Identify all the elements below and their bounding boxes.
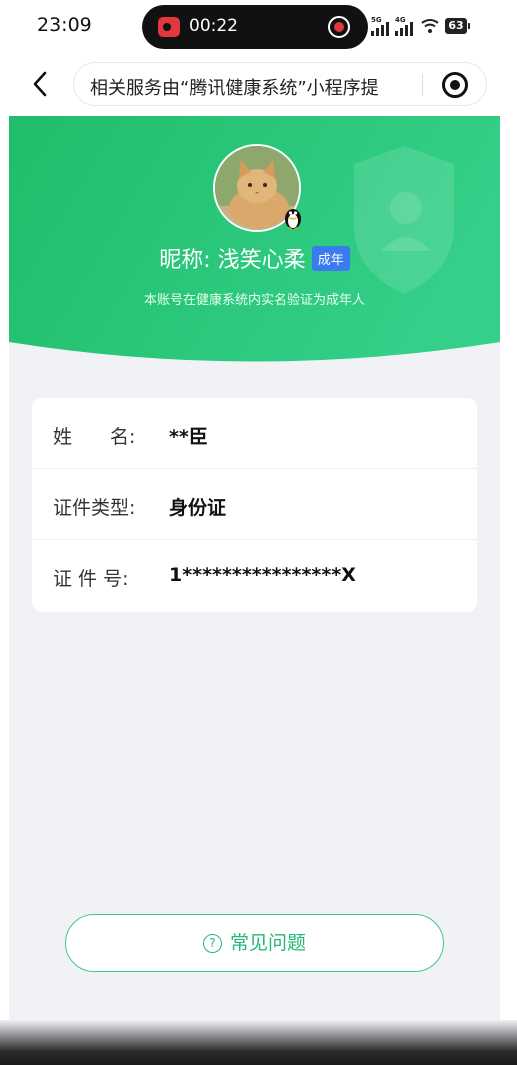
- url-text: 相关服务由“腾讯健康系统”小程序提: [90, 78, 379, 99]
- signal-5g-icon: 5G: [371, 16, 389, 36]
- recording-time: 00:22: [189, 16, 238, 36]
- screen: 23:09 00:22 5G 4G 63 相关服务由“腾讯健康系统”小程序提 昵…: [9, 0, 500, 1065]
- info-row-id-type: 证件类型: 身份证: [32, 469, 477, 540]
- id-number-label: 证 件 号:: [53, 568, 129, 590]
- nav-bar: 相关服务由“腾讯健康系统”小程序提: [9, 54, 500, 116]
- status-bar: 23:09 00:22 5G 4G 63: [9, 0, 500, 54]
- battery-icon: 63: [445, 18, 470, 34]
- question-circle-icon: ?: [202, 934, 222, 953]
- name-label: 姓 名:: [53, 426, 136, 448]
- nickname-row: 昵称: 浅笑心柔 成年: [9, 242, 500, 274]
- identity-info-card: 姓 名: **臣 证件类型: 身份证 证 件 号: 1*************…: [32, 398, 477, 612]
- screen-recording-pill[interactable]: 00:22: [142, 5, 368, 49]
- id-type-value: 身份证: [169, 497, 227, 519]
- id-number-value: 1****************X: [169, 564, 356, 586]
- info-row-name: 姓 名: **臣: [32, 398, 477, 469]
- wifi-icon: [421, 19, 439, 33]
- url-bar[interactable]: 相关服务由“腾讯健康系统”小程序提: [73, 62, 487, 106]
- stop-recording-icon[interactable]: [328, 16, 350, 38]
- bottom-shadow: [0, 1020, 517, 1065]
- qq-penguin-icon: [285, 209, 301, 229]
- id-type-label: 证件类型:: [53, 497, 136, 519]
- name-value: **臣: [169, 426, 208, 448]
- profile-header: 昵称: 浅笑心柔 成年 本账号在健康系统内实名验证为成年人: [9, 116, 500, 376]
- adult-badge: 成年: [311, 245, 350, 271]
- signal-4g-icon: 4G: [395, 16, 413, 36]
- faq-button[interactable]: ? 常见问题: [65, 914, 444, 972]
- back-arrow-icon[interactable]: [23, 66, 59, 102]
- url-divider: [422, 74, 423, 96]
- recording-camera-icon: [158, 17, 180, 37]
- nickname: 昵称: 浅笑心柔: [159, 248, 306, 273]
- target-icon[interactable]: [442, 72, 468, 98]
- faq-label: 常见问题: [229, 932, 306, 954]
- status-time: 23:09: [37, 14, 92, 36]
- info-row-id-number: 证 件 号: 1****************X: [32, 540, 477, 611]
- verification-note: 本账号在健康系统内实名验证为成年人: [143, 293, 365, 308]
